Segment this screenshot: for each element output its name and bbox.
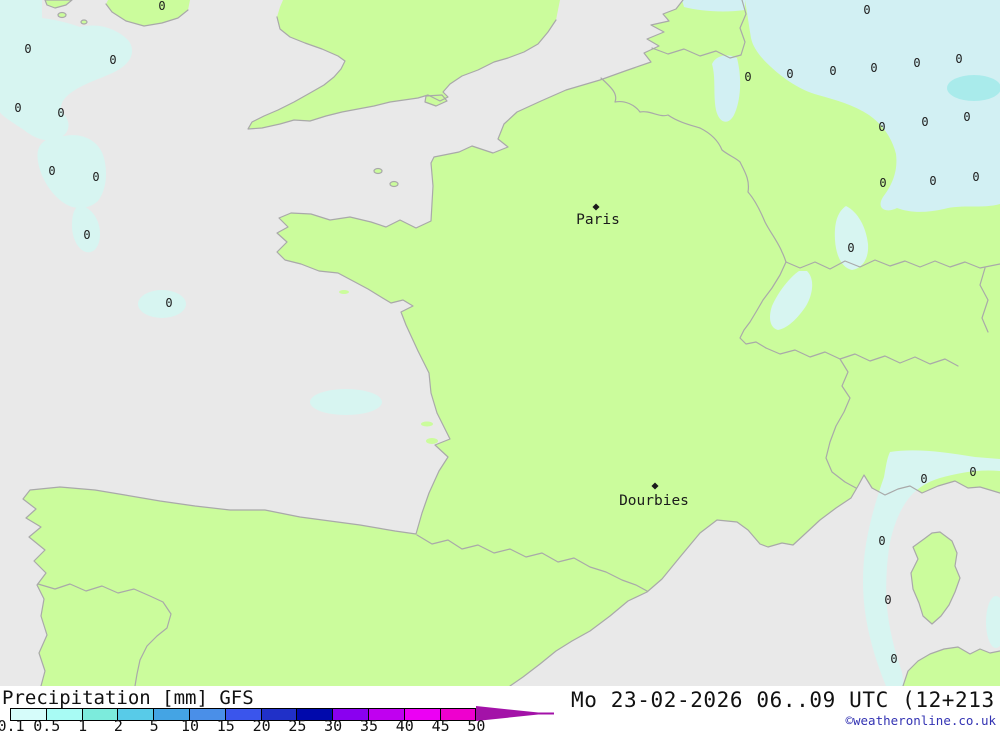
legend-bar: Precipitation [mm] GFS 0.1 0.5 1 2 5 10 15 20 25… xyxy=(0,686,1000,733)
colorbar-tick-label: 2 xyxy=(113,717,123,733)
colorbar-tick-label: 5 xyxy=(149,717,159,733)
precip-blob xyxy=(138,290,186,318)
small-island xyxy=(426,438,438,444)
colorbar-tick-label: 0.1 xyxy=(0,717,25,733)
legend-title: Precipitation [mm] GFS xyxy=(2,687,254,709)
colorbar-tick-label: 0.5 xyxy=(33,717,61,733)
copyright-link[interactable]: ©weatheronline.co.uk xyxy=(845,713,996,728)
forecast-timestamp: Mo 23-02-2026 06..09 UTC (12+213 xyxy=(571,688,995,712)
colorbar-tick-label: 15 xyxy=(216,717,235,733)
weather-map-page: 0 0 0 0 0 0 0 0 0 0 0 0 0 0 0 0 0 0 0 0 0 0 0 0 0 0 0 0 Paris Dourbie… xyxy=(0,0,1000,733)
precip-area-heavier xyxy=(947,75,1000,101)
colorbar-tick-label: 25 xyxy=(288,717,307,733)
colorbar-tick-label: 40 xyxy=(395,717,414,733)
colorbar-tick-label: 20 xyxy=(252,717,271,733)
precipitation-map xyxy=(0,0,1000,686)
colorbar-tick-label: 1 xyxy=(78,717,88,733)
colorbar-tick-label: 50 xyxy=(467,717,486,733)
colorbar-tick-label: 10 xyxy=(180,717,200,733)
small-island xyxy=(421,421,433,427)
small-island xyxy=(339,290,349,294)
colorbar-tick-label: 30 xyxy=(324,717,343,733)
colorbar-tick-label: 45 xyxy=(431,717,450,733)
colorbar-tick-label: 35 xyxy=(359,717,379,733)
precip-blob-atlantic xyxy=(310,389,382,415)
